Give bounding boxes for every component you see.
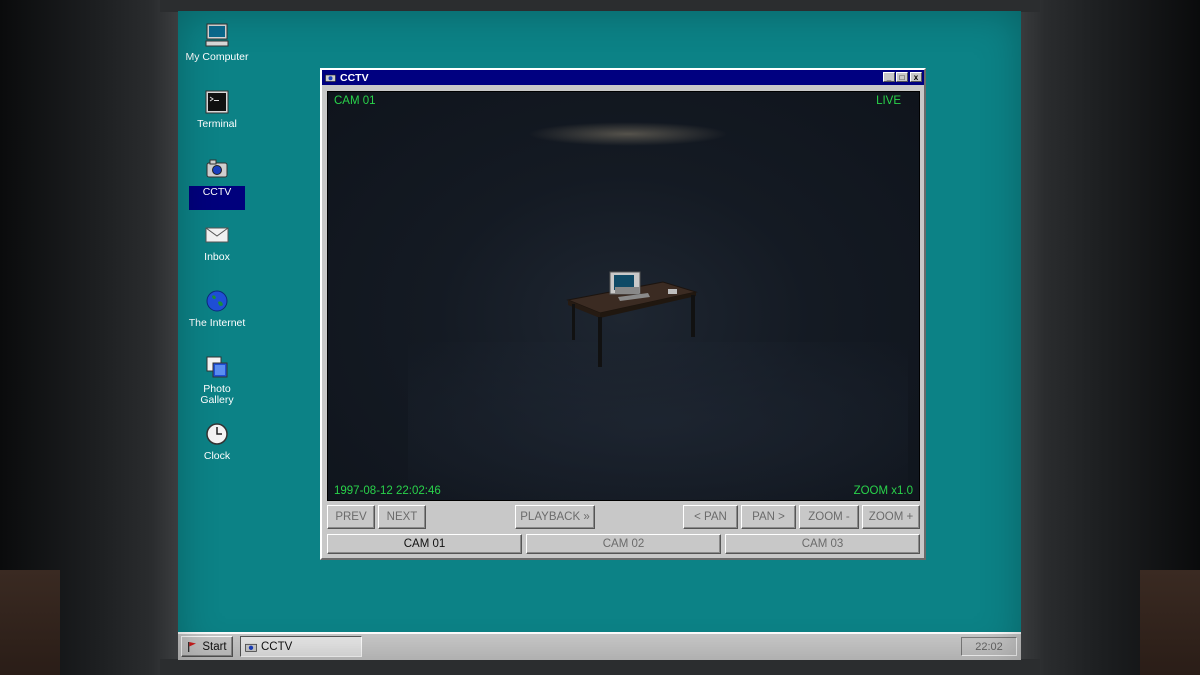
desktop-icon-clock[interactable]: Clock — [182, 421, 252, 462]
background-wall-left — [0, 570, 60, 675]
cam-02-tab[interactable]: CAM 02 — [526, 534, 721, 554]
cam-03-tab[interactable]: CAM 03 — [725, 534, 920, 554]
flag-icon — [188, 641, 197, 652]
taskbar-item-label: CCTV — [261, 640, 293, 653]
desktop-screen: My Computer Terminal CCTV Inbox The Inte… — [178, 11, 1021, 660]
background-wall-right — [1140, 570, 1200, 675]
monitor-bezel-bottom — [160, 659, 1040, 675]
window-titlebar[interactable]: CCTV _ □ x — [322, 70, 924, 85]
close-button[interactable]: x — [910, 72, 922, 82]
desktop-icon-label: My Computer — [185, 51, 249, 63]
live-status-label: LIVE — [876, 95, 901, 107]
start-button[interactable]: Start — [181, 636, 233, 657]
desktop-icon-photo-gallery[interactable]: Photo Gallery — [182, 354, 252, 406]
timestamp-label: 1997-08-12 22:02:46 — [334, 485, 441, 497]
taskbar-item-cctv[interactable]: CCTV — [240, 636, 362, 657]
desktop-icon-label: Photo Gallery — [200, 383, 234, 406]
desk-with-computer-scene — [566, 271, 698, 367]
maximize-button[interactable]: □ — [896, 72, 908, 82]
desktop-icon-label: CCTV — [189, 186, 245, 210]
camera-feed[interactable]: CAM 01 LIVE 1997-08-12 22:02:46 ZOOM x1.… — [327, 91, 920, 501]
desktop-icon-label: Inbox — [204, 251, 230, 263]
clock-icon — [206, 423, 228, 445]
zoom-in-button[interactable]: ZOOM + — [862, 505, 920, 529]
playback-button[interactable]: PLAYBACK » — [515, 505, 595, 529]
prev-button[interactable]: PREV — [327, 505, 375, 529]
photo-icon — [206, 356, 228, 378]
envelope-icon — [205, 227, 229, 243]
zoom-level-label: ZOOM x1.0 — [853, 485, 913, 497]
computer-icon — [205, 23, 229, 47]
desktop-icon-label: Clock — [203, 450, 231, 462]
globe-icon — [206, 290, 228, 312]
terminal-icon — [205, 90, 229, 114]
start-label: Start — [202, 640, 227, 653]
cctv-window: CCTV _ □ x CAM 01 LIVE 1997-08-12 22:02:… — [320, 68, 926, 560]
pan-right-button[interactable]: PAN > — [741, 505, 796, 529]
desktop-icon-inbox[interactable]: Inbox — [182, 222, 252, 263]
desktop-icon-terminal[interactable]: Terminal — [182, 89, 252, 130]
minimize-button[interactable]: _ — [883, 72, 895, 82]
camera-icon — [325, 74, 336, 82]
ceiling-light-glow — [528, 122, 728, 146]
window-title: CCTV — [340, 71, 369, 84]
desktop-icon-label: The Internet — [188, 317, 246, 329]
camera-icon — [245, 643, 257, 652]
pan-left-button[interactable]: < PAN — [683, 505, 738, 529]
next-button[interactable]: NEXT — [378, 505, 426, 529]
taskbar: Start CCTV 22:02 — [178, 632, 1021, 660]
desktop-icon-label: Terminal — [197, 118, 237, 130]
cam-01-tab[interactable]: CAM 01 — [327, 534, 522, 554]
desktop-icon-the-internet[interactable]: The Internet — [182, 288, 252, 329]
taskbar-clock: 22:02 — [961, 637, 1017, 656]
desktop-icon-cctv[interactable]: CCTV — [182, 156, 252, 210]
desktop-icon-my-computer[interactable]: My Computer — [182, 22, 252, 63]
camera-icon — [206, 159, 228, 178]
zoom-out-button[interactable]: ZOOM - — [799, 505, 859, 529]
camera-name-label: CAM 01 — [334, 95, 376, 107]
